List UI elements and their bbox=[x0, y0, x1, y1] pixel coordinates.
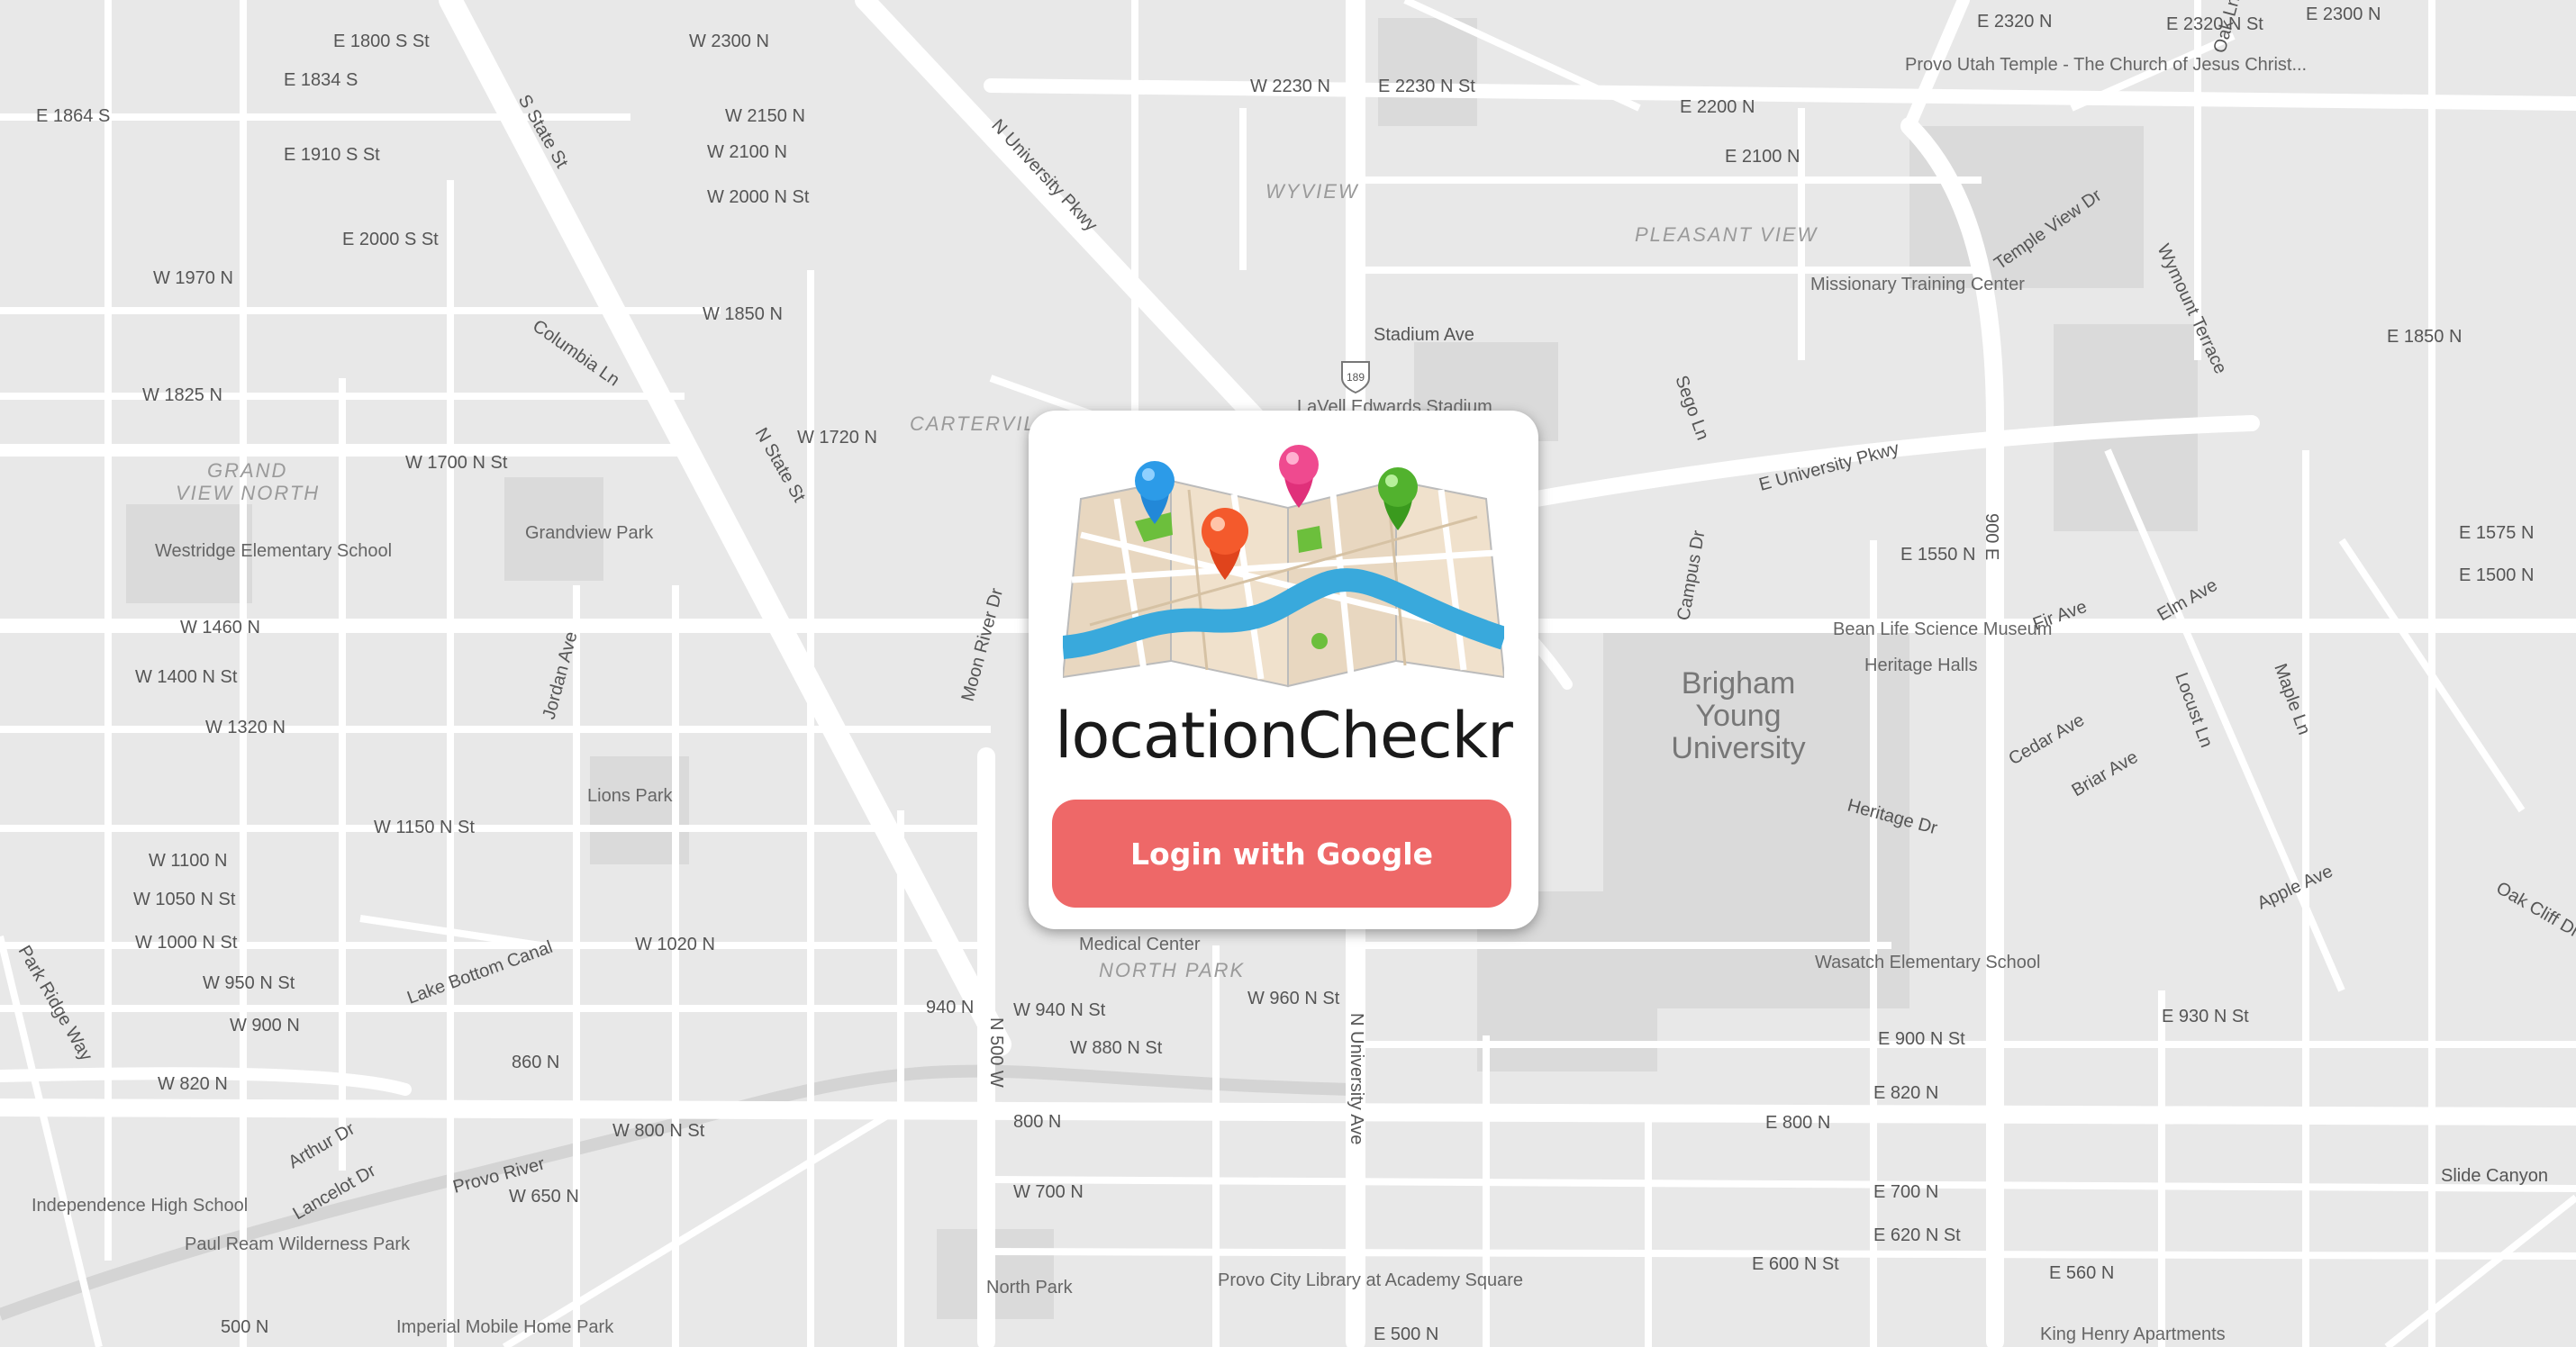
street-label: W 940 N St bbox=[1013, 1000, 1106, 1020]
street-label: W 2150 N bbox=[725, 106, 805, 126]
street-label: E 820 N bbox=[1873, 1083, 1938, 1103]
street-label: W 650 N bbox=[509, 1187, 579, 1207]
street-label: W 1400 N St bbox=[135, 667, 238, 687]
poi-label: Wasatch Elementary School bbox=[1815, 953, 2040, 972]
login-with-google-button[interactable]: Login with Google bbox=[1052, 800, 1511, 908]
street-label: W 800 N St bbox=[612, 1121, 705, 1141]
street-label: E 700 N bbox=[1873, 1182, 1938, 1202]
street-label: E 560 N bbox=[2049, 1263, 2114, 1283]
street-label: W 1460 N bbox=[180, 618, 260, 637]
street-label: N 500 W bbox=[986, 1017, 1006, 1088]
street-label: W 1720 N bbox=[797, 428, 877, 447]
map-logo-icon bbox=[1063, 445, 1504, 688]
street-label: E 600 N St bbox=[1752, 1254, 1839, 1274]
street-label: E 1800 S St bbox=[333, 32, 430, 51]
app-title: locationCheckr bbox=[1055, 699, 1513, 773]
street-label: E 2230 N St bbox=[1378, 77, 1475, 96]
street-label: W 2000 N St bbox=[707, 187, 810, 207]
area-label-north-park: NORTH PARK bbox=[1099, 959, 1245, 981]
street-label: 500 N bbox=[221, 1317, 268, 1337]
street-label: W 2300 N bbox=[689, 32, 769, 51]
street-label: W 1970 N bbox=[153, 268, 233, 288]
street-label: 800 N bbox=[1013, 1112, 1061, 1132]
poi-label: Medical Center bbox=[1079, 935, 1201, 954]
university-label-line-1: Brigham bbox=[1682, 666, 1796, 701]
street-label: W 1000 N St bbox=[135, 933, 238, 953]
area-label-grand: GRAND bbox=[207, 459, 287, 482]
poi-label: Independence High School bbox=[32, 1196, 248, 1216]
street-label: W 960 N St bbox=[1247, 989, 1340, 1008]
street-label: E 620 N St bbox=[1873, 1225, 1961, 1245]
street-label: E 2320 N bbox=[1977, 12, 2052, 32]
login-card: locationCheckr Login with Google bbox=[1029, 411, 1538, 929]
street-label: 940 N bbox=[926, 998, 974, 1017]
poi-label: Missionary Training Center bbox=[1810, 275, 2025, 294]
street-label: E 2100 N bbox=[1725, 147, 1800, 167]
street-label: E 930 N St bbox=[2162, 1007, 2249, 1026]
street-label: W 1850 N bbox=[703, 304, 783, 324]
street-label: Stadium Ave bbox=[1374, 325, 1474, 345]
street-label: W 820 N bbox=[158, 1074, 228, 1094]
street-label: E 1575 N bbox=[2459, 523, 2534, 543]
street-label: Slide Canyon bbox=[2441, 1166, 2548, 1186]
street-label: W 2100 N bbox=[707, 142, 787, 162]
street-label: W 1700 N St bbox=[405, 453, 508, 473]
poi-label: Heritage Halls bbox=[1864, 655, 1978, 675]
street-label: E 900 N St bbox=[1878, 1029, 1965, 1049]
street-label: 900 E bbox=[1982, 513, 2001, 560]
poi-label: Provo Utah Temple - The Church of Jesus … bbox=[1905, 55, 2307, 75]
area-label-pleasant-view: PLEASANT VIEW bbox=[1635, 223, 1819, 246]
street-label: W 700 N bbox=[1013, 1182, 1084, 1202]
street-label: W 1825 N bbox=[142, 385, 222, 405]
poi-label: Grandview Park bbox=[525, 523, 654, 543]
street-label: E 1834 S bbox=[284, 70, 358, 90]
street-label: W 2230 N bbox=[1250, 77, 1330, 96]
street-label: E 2300 N bbox=[2306, 5, 2381, 24]
street-label: E 800 N bbox=[1765, 1113, 1830, 1133]
university-label-line-2: Young bbox=[1695, 699, 1781, 733]
street-label: E 1864 S bbox=[36, 106, 110, 126]
street-label: 860 N bbox=[512, 1053, 559, 1072]
poi-label: Lions Park bbox=[587, 786, 673, 806]
poi-label: Westridge Elementary School bbox=[155, 541, 392, 561]
street-label: W 950 N St bbox=[203, 973, 295, 993]
poi-label: Paul Ream Wilderness Park bbox=[185, 1234, 411, 1254]
street-label: N University Ave bbox=[1347, 1013, 1366, 1144]
page-root: WYVIEW PLEASANT VIEW CARTERVILLE GRAND V… bbox=[0, 0, 2576, 1347]
area-label-view-north: VIEW NORTH bbox=[176, 482, 320, 504]
street-label: E 2200 N bbox=[1680, 97, 1755, 117]
street-label: E 1550 N bbox=[1900, 545, 1975, 565]
svg-text:189: 189 bbox=[1347, 371, 1365, 384]
street-label: W 1100 N bbox=[149, 851, 227, 871]
street-label: E 1910 S St bbox=[284, 145, 380, 165]
poi-label: Provo City Library at Academy Square bbox=[1218, 1270, 1523, 1290]
street-label: E 2000 S St bbox=[342, 230, 439, 249]
poi-label: North Park bbox=[986, 1278, 1074, 1297]
street-label: W 900 N bbox=[230, 1016, 300, 1035]
street-label: W 1150 N St bbox=[374, 818, 475, 837]
street-label: W 1050 N St bbox=[133, 890, 236, 909]
area-label-wyview: WYVIEW bbox=[1265, 180, 1359, 203]
university-label-line-3: University bbox=[1671, 731, 1805, 765]
street-label: W 1020 N bbox=[635, 935, 715, 954]
poi-label: Imperial Mobile Home Park bbox=[396, 1317, 614, 1337]
street-label: W 880 N St bbox=[1070, 1038, 1163, 1058]
street-label: E 1850 N bbox=[2387, 327, 2462, 347]
poi-label: King Henry Apartments bbox=[2040, 1324, 2226, 1344]
poi-label: Bean Life Science Museum bbox=[1833, 619, 2052, 639]
street-label: W 1320 N bbox=[205, 718, 286, 737]
pink-pin-icon bbox=[1279, 445, 1319, 508]
street-label: E 1500 N bbox=[2459, 565, 2534, 585]
street-label: E 500 N bbox=[1374, 1324, 1438, 1344]
